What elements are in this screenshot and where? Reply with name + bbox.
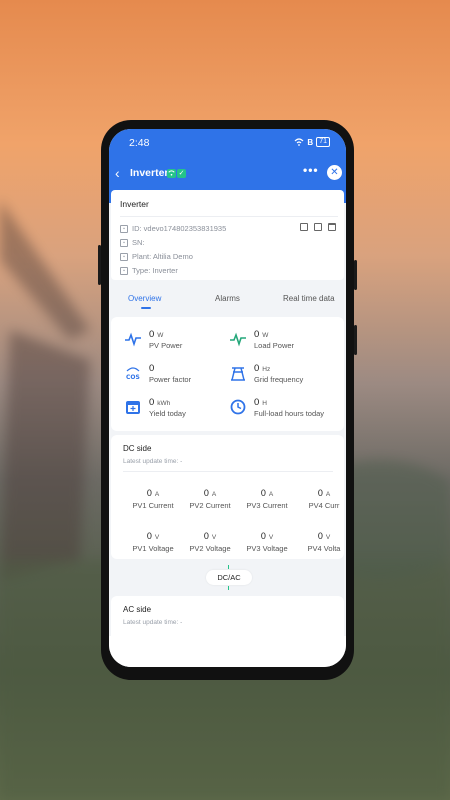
load-power-icon — [230, 332, 246, 347]
device-actions — [300, 223, 336, 231]
kpi-value: 0 Hz — [254, 363, 271, 374]
pv2-current: 0A PV2 Current — [189, 488, 231, 510]
ac-update-time: Latest update time: - — [123, 619, 183, 626]
bottom-area — [109, 636, 346, 667]
tab-overview[interactable]: Overview — [128, 294, 161, 303]
kpi-power-factor: COS 0 Power factor — [121, 361, 226, 387]
clock-icon — [230, 399, 246, 415]
plant-icon: ▪ — [120, 252, 128, 261]
tab-bar: Overview Alarms Real time data — [109, 291, 346, 309]
pv-power-icon — [125, 332, 141, 347]
kpi-label: Full-load hours today — [254, 409, 325, 418]
type-icon: ▪ — [120, 266, 128, 275]
tab-alarms[interactable]: Alarms — [215, 294, 240, 303]
cos-icon: COS — [126, 367, 140, 381]
divider — [120, 216, 338, 217]
kpi-label: Yield today — [149, 409, 186, 418]
device-sn: SN: — [132, 238, 145, 247]
device-info-title: Inverter — [120, 199, 149, 209]
kpi-pv-power: 0W PV Power — [121, 327, 226, 353]
wifi-icon — [294, 138, 304, 146]
edit-icon[interactable] — [314, 223, 322, 231]
tab-real-time-data[interactable]: Real time data — [283, 294, 335, 303]
kpi-value: 0H — [254, 397, 267, 408]
pv4-voltage: 0V PV4 Volta — [307, 531, 341, 553]
kpi-value: 0 kWh — [149, 397, 171, 408]
kpi-label: Load Power — [254, 341, 295, 350]
pv3-current: 0A PV3 Current — [246, 488, 288, 510]
bluetooth-icon: B — [307, 137, 314, 147]
device-plant-row: ▪ Plant: Altilia Demo — [120, 252, 193, 261]
connection-badges: ✓ — [167, 169, 186, 178]
kpi-load-power: 0W Load Power — [226, 327, 331, 353]
pv1-voltage: 0V PV1 Voltage — [132, 531, 174, 553]
phone-side-button — [354, 325, 357, 355]
kpi-value: 0 — [149, 363, 155, 374]
pv1-current: 0A PV1 Current — [132, 488, 174, 510]
dc-update-time: Latest update time: - — [123, 458, 183, 465]
kpi-full-load-hours: 0H Full-load hours today — [226, 395, 331, 421]
pv3-voltage: 0V PV3 Voltage — [246, 531, 288, 553]
battery-icon: 71 — [316, 137, 330, 147]
divider — [123, 471, 333, 472]
device-info-card: Inverter ▪ ID: vdevo174802353831935 ▪ SN… — [111, 190, 344, 280]
app-screen: 2:48 B 71 ‹ Inverter ✓ ••• ✕ Inverter ▪ … — [109, 129, 346, 667]
grid-tower-icon — [231, 367, 245, 381]
barcode-icon: ▪ — [120, 238, 128, 247]
status-icons: B 71 — [294, 137, 330, 147]
more-options-icon[interactable]: ••• — [303, 163, 319, 177]
device-id-row: ▪ ID: vdevo174802353831935 — [120, 224, 226, 233]
dc-side-title: DC side — [123, 444, 152, 453]
status-time: 2:48 — [129, 137, 150, 149]
kpi-label: PV Power — [149, 341, 183, 350]
kpi-label: Grid frequency — [254, 375, 304, 384]
pv2-voltage: 0V PV2 Voltage — [189, 531, 231, 553]
close-icon[interactable]: ✕ — [327, 165, 342, 180]
device-id: ID: vdevo174802353831935 — [132, 224, 227, 233]
wifi-badge-icon — [167, 169, 176, 178]
kpi-yield-today: 0 kWh Yield today — [121, 395, 226, 421]
ac-side-title: AC side — [123, 605, 152, 614]
id-icon: ▪ — [120, 224, 128, 233]
kpi-value: 0W — [149, 329, 164, 340]
device-type: Type: Inverter — [132, 266, 178, 275]
kpi-value: 0W — [254, 329, 269, 340]
device-type-row: ▪ Type: Inverter — [120, 266, 178, 275]
kpi-label: Power factor — [149, 375, 192, 384]
flow-connector — [228, 586, 229, 590]
ac-side-card: AC side Latest update time: - — [111, 596, 344, 636]
phone-frame: 2:48 B 71 ‹ Inverter ✓ ••• ✕ Inverter ▪ … — [98, 120, 357, 680]
check-badge-icon: ✓ — [177, 169, 186, 178]
dc-side-card: DC side Latest update time: - 0A PV1 Cur… — [111, 435, 344, 559]
pv4-current: 0A PV4 Curr — [308, 488, 340, 510]
device-sn-row: ▪ SN: — [120, 238, 145, 247]
phone-side-button — [98, 245, 101, 285]
device-plant: Plant: Altilia Demo — [132, 252, 193, 261]
calendar-icon — [126, 401, 140, 414]
status-bar: 2:48 B 71 — [109, 129, 346, 155]
copy-icon[interactable] — [300, 223, 308, 231]
overview-card: 0W PV Power 0W Load Power COS 0 Power fa… — [111, 317, 344, 431]
delete-icon[interactable] — [328, 223, 336, 231]
navigation-bar: ‹ Inverter ✓ ••• ✕ — [109, 161, 346, 187]
kpi-grid-frequency: 0 Hz Grid frequency — [226, 361, 331, 387]
page-title: Inverter — [130, 167, 169, 179]
flow-connector — [228, 565, 229, 569]
svg-text:COS: COS — [126, 374, 140, 381]
phone-side-button — [354, 260, 357, 290]
back-icon[interactable]: ‹ — [115, 165, 127, 181]
dc-ac-converter-label: DC/AC — [206, 570, 252, 585]
tab-active-indicator — [141, 307, 151, 309]
